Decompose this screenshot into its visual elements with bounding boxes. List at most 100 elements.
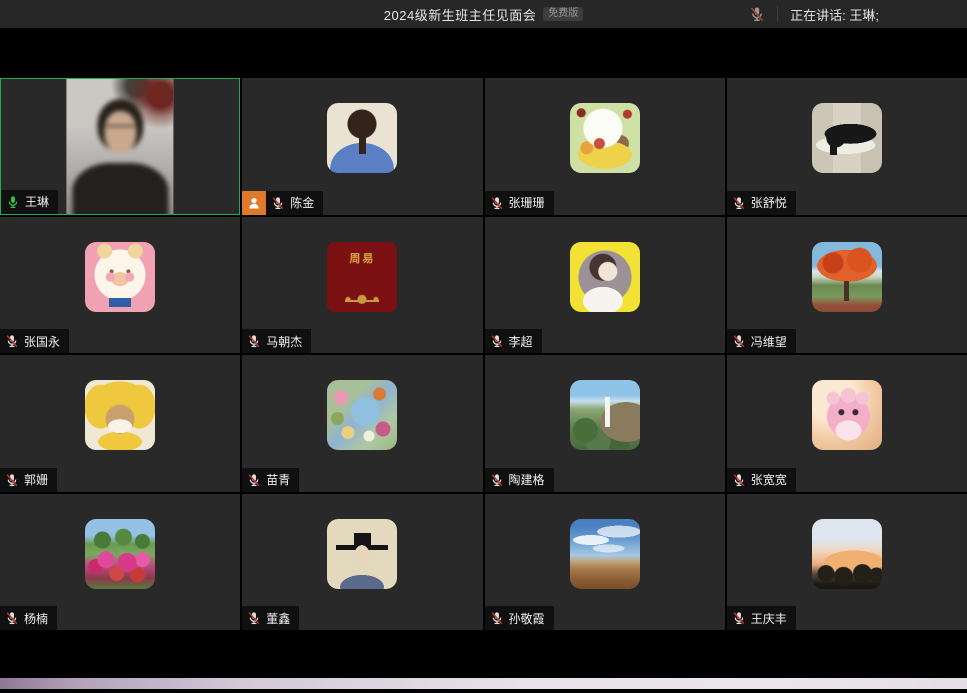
participant-name: 陶建格 [509,471,545,488]
mic-muted-icon [732,334,746,348]
label-main: 马朝杰 [242,329,311,353]
participant-name: 孙敬霞 [509,610,545,627]
speaking-status: 正在讲话: 王琳; [749,0,879,28]
participant-name: 冯维望 [751,333,787,350]
participant-label: 王琳 [1,190,58,214]
participant-label: 郭姗 [0,468,57,492]
mic-muted-icon [5,611,19,625]
mic-muted-icon [490,611,504,625]
participant-tile[interactable]: 张宽宽 [727,355,967,492]
free-version-badge[interactable]: 免费版 [543,7,583,21]
mic-muted-icon [5,334,19,348]
person-glasses [105,125,135,134]
participant-tile[interactable]: 杨楠 [0,494,240,631]
video-feed [67,79,174,214]
title-bar: 2024级新生班主任见面会 免费版 正在讲话: 王琳; [0,0,967,28]
mic-muted-icon [247,334,261,348]
participant-label: 陈金 [242,191,323,215]
participant-name: 董鑫 [266,610,290,627]
label-main: 张宽宽 [727,468,796,492]
participant-label: 冯维望 [727,329,796,353]
participant-name: 张国永 [24,333,60,350]
participant-name: 陈金 [290,194,314,211]
participant-label: 孙敬霞 [485,606,554,630]
participant-tile[interactable]: 张国永 [0,217,240,354]
title-wrap: 2024级新生班主任见面会 免费版 [384,5,583,24]
label-main: 陈金 [266,191,323,215]
participant-tile[interactable]: 陈金 [242,78,482,215]
label-main: 陶建格 [485,468,554,492]
participant-avatar [327,380,397,450]
participant-avatar [570,380,640,450]
mic-muted-icon[interactable] [749,6,765,22]
video-person [67,79,174,214]
mic-muted-icon [490,334,504,348]
participant-tile[interactable]: 王琳 [0,78,240,215]
participant-tile[interactable]: 孙敬霞 [485,494,725,631]
participant-label: 张珊珊 [485,191,554,215]
participant-tile[interactable]: 周易 马朝杰 [242,217,482,354]
participant-tile[interactable]: 张舒悦 [727,78,967,215]
participant-name: 王庆丰 [751,610,787,627]
participant-name: 马朝杰 [266,333,302,350]
avatar-text: 周易 [349,250,375,312]
mic-muted-icon [732,611,746,625]
label-main: 郭姗 [0,468,57,492]
label-main: 苗青 [242,468,299,492]
participant-label: 陶建格 [485,468,554,492]
participant-name: 杨楠 [24,610,48,627]
participant-name: 郭姗 [24,471,48,488]
participant-tile[interactable]: 王庆丰 [727,494,967,631]
label-main: 张国永 [0,329,69,353]
participant-label: 杨楠 [0,606,57,630]
label-main: 孙敬霞 [485,606,554,630]
mic-muted-icon [5,473,19,487]
label-main: 张珊珊 [485,191,554,215]
participant-tile[interactable]: 张珊珊 [485,78,725,215]
participant-name: 张珊珊 [509,194,545,211]
participant-avatar [327,103,397,173]
participant-label: 张宽宽 [727,468,796,492]
mic-on-icon [6,195,20,209]
participant-avatar [85,380,155,450]
participant-tile[interactable]: 苗青 [242,355,482,492]
mic-muted-icon [490,196,504,210]
label-main: 李超 [485,329,542,353]
label-main: 杨楠 [0,606,57,630]
mic-muted-icon [490,473,504,487]
label-main: 董鑫 [242,606,299,630]
participant-name: 王琳 [25,193,49,210]
person-icon [242,191,266,215]
participant-name: 张舒悦 [751,194,787,211]
participant-label: 李超 [485,329,542,353]
participant-tile[interactable]: 董鑫 [242,494,482,631]
label-main: 冯维望 [727,329,796,353]
participant-avatar [85,242,155,312]
participant-avatar [85,519,155,589]
participant-tile[interactable]: 陶建格 [485,355,725,492]
participant-avatar [812,380,882,450]
participant-name: 苗青 [266,471,290,488]
participant-grid: 王琳 [0,78,967,630]
participant-avatar [570,103,640,173]
speaking-text: 正在讲话: 王琳; [790,5,879,24]
desktop-taskbar-strip [0,678,967,689]
participant-label: 张舒悦 [727,191,796,215]
participant-tile[interactable]: 冯维望 [727,217,967,354]
participant-name: 张宽宽 [751,471,787,488]
participant-label: 苗青 [242,468,299,492]
divider [777,6,778,22]
participant-name: 李超 [509,333,533,350]
participant-avatar [812,519,882,589]
label-main: 张舒悦 [727,191,796,215]
participant-label: 张国永 [0,329,69,353]
participant-tile[interactable]: 李超 [485,217,725,354]
person-shirt [72,163,168,214]
mic-muted-icon [247,611,261,625]
mic-muted-icon [247,473,261,487]
participant-avatar [812,242,882,312]
participant-label: 王庆丰 [727,606,796,630]
participant-tile[interactable]: 郭姗 [0,355,240,492]
mic-muted-icon [732,196,746,210]
label-main: 王庆丰 [727,606,796,630]
